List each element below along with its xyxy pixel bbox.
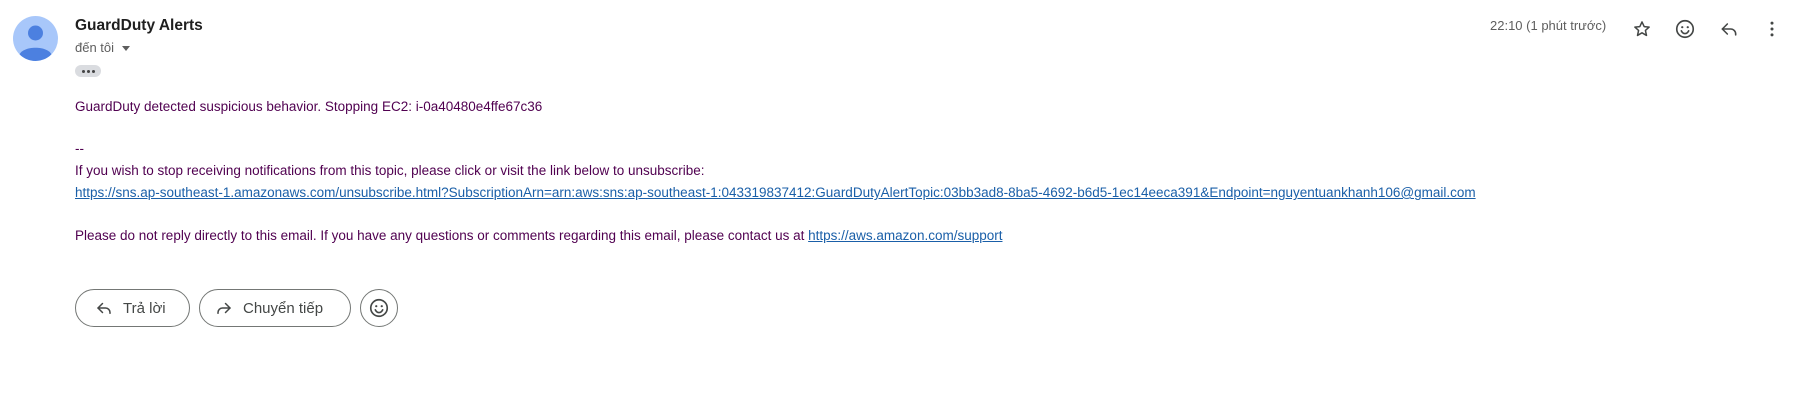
forward-button-label: Chuyển tiếp	[243, 299, 324, 317]
more-vert-icon[interactable]	[1757, 14, 1787, 44]
forward-button[interactable]: Chuyển tiếp	[199, 289, 351, 327]
dot-icon	[91, 69, 95, 73]
sender-avatar[interactable]	[13, 16, 58, 61]
footer-paragraph: Please do not reply directly to this ema…	[75, 228, 1002, 243]
caret-down-icon	[122, 46, 131, 51]
emoji-reaction-button[interactable]	[360, 289, 398, 327]
email-body-message: GuardDuty detected suspicious behavior. …	[75, 99, 543, 114]
dot-icon	[86, 69, 90, 73]
star-icon[interactable]	[1627, 14, 1657, 44]
email-timestamp: 22:10 (1 phút trước)	[1490, 18, 1607, 33]
unsubscribe-link[interactable]: https://sns.ap-southeast-1.amazonaws.com…	[75, 185, 1476, 200]
unsubscribe-instruction: If you wish to stop receiving notificati…	[75, 163, 705, 178]
dot-icon	[81, 69, 85, 73]
recipient-details-toggle[interactable]: đến tôi	[75, 40, 131, 55]
show-trimmed-content-button[interactable]	[75, 65, 101, 77]
reply-button-label: Trả lời	[123, 299, 166, 317]
signature-separator: --	[75, 141, 84, 156]
recipient-label: đến tôi	[75, 40, 115, 55]
reply-icon[interactable]	[1714, 14, 1744, 44]
support-link[interactable]: https://aws.amazon.com/support	[808, 228, 1002, 243]
footer-text: Please do not reply directly to this ema…	[75, 228, 809, 243]
reply-icon	[97, 302, 111, 314]
sender-name[interactable]: GuardDuty Alerts	[75, 17, 203, 35]
forward-icon	[217, 302, 231, 314]
emoji-icon	[369, 298, 389, 318]
reply-button[interactable]: Trả lời	[75, 289, 190, 327]
emoji-icon[interactable]	[1670, 14, 1700, 44]
